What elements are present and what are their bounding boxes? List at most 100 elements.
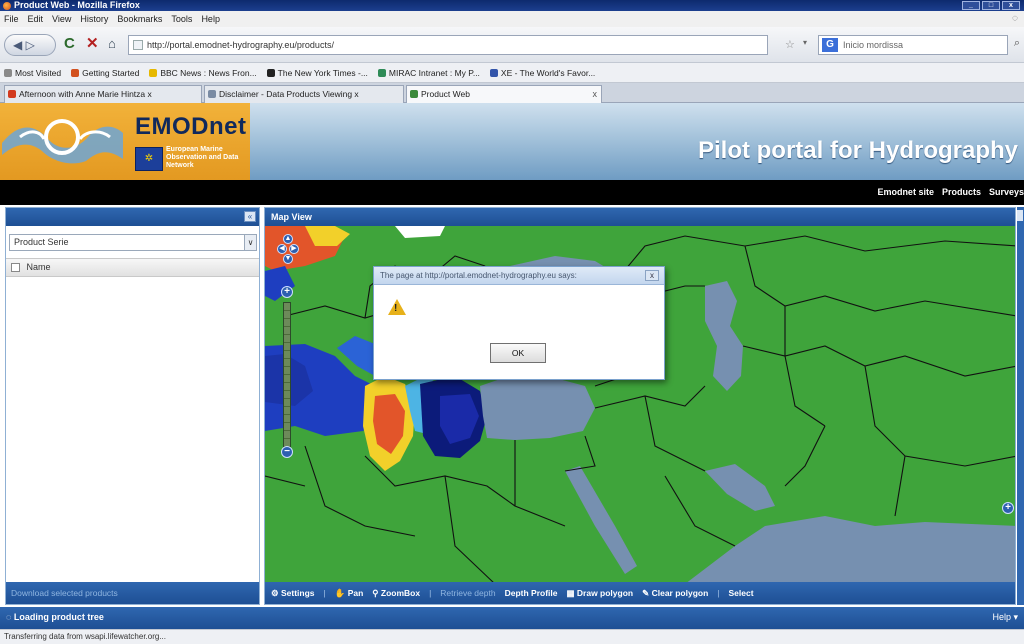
- window-title: Product Web - Mozilla Firefox: [14, 0, 140, 10]
- zoom-icon: ⚲: [372, 587, 381, 598]
- bookmark-star-icon[interactable]: ☆: [785, 38, 795, 51]
- pan-left-icon[interactable]: ◀: [277, 244, 287, 254]
- clear-polygon-button[interactable]: ✎ Clear polygon: [642, 588, 708, 599]
- product-serie-select[interactable]: Product Serie ∨: [9, 234, 257, 251]
- help-menu[interactable]: Help ▾: [992, 612, 1018, 623]
- map-view-title: Map View: [265, 208, 1015, 226]
- page-favicon-icon: [133, 40, 143, 50]
- search-box[interactable]: G Inicio mordissa: [818, 35, 1008, 55]
- tab-favicon-icon: [8, 90, 16, 98]
- select-button[interactable]: Select: [729, 588, 754, 598]
- download-products-button[interactable]: Download selected products: [6, 582, 259, 604]
- menu-edit[interactable]: Edit: [28, 14, 44, 24]
- throbber-icon: ◌: [1012, 13, 1018, 24]
- bookmark-icon: [266, 68, 275, 77]
- firefox-icon: [3, 2, 11, 10]
- site-nav-bar: Emodnet site Products Surveys: [0, 180, 1024, 205]
- product-serie-value: Product Serie: [14, 237, 69, 247]
- collapse-panel-button[interactable]: «: [244, 211, 256, 222]
- product-panel-header: «: [6, 208, 259, 226]
- depth-profile-button[interactable]: Depth Profile: [505, 588, 558, 598]
- tab-disclaimer[interactable]: Disclaimer - Data Products Viewing x: [204, 85, 404, 103]
- draw-polygon-button[interactable]: ▦ Draw polygon: [567, 588, 634, 599]
- pan-up-icon[interactable]: ▲: [283, 234, 293, 244]
- menu-history[interactable]: History: [80, 14, 108, 24]
- tab-strip: Afternoon with Anne Marie Hintza x Discl…: [0, 83, 1024, 103]
- menu-view[interactable]: View: [52, 14, 71, 24]
- toolbar-separator: |: [429, 588, 432, 598]
- pan-down-icon[interactable]: ▼: [283, 254, 293, 264]
- zoom-out-button[interactable]: −: [281, 446, 293, 458]
- menu-help[interactable]: Help: [201, 14, 220, 24]
- logo-subtitle: European Marine Observation and Data Net…: [166, 146, 239, 169]
- zoom-in-button[interactable]: +: [281, 286, 293, 298]
- tab-product-web[interactable]: Product Web x: [406, 85, 602, 103]
- bookmark-intranet[interactable]: MIRAC Intranet : My P...: [377, 68, 480, 78]
- arctic-ice: [395, 226, 445, 238]
- browser-status-text: Transferring data from wsapi.lifewatcher…: [0, 629, 1024, 644]
- menu-file[interactable]: File: [4, 14, 19, 24]
- tab-close-icon[interactable]: x: [593, 86, 598, 102]
- minimize-button[interactable]: _: [962, 1, 980, 10]
- nav-emodnet-site[interactable]: Emodnet site: [877, 187, 934, 197]
- bookmark-most-visited[interactable]: Most Visited: [4, 68, 61, 78]
- bookmark-nytimes[interactable]: The New York Times -...: [266, 68, 368, 78]
- arabian-sea: [685, 516, 1015, 584]
- dialog-title: The page at http://portal.emodnet-hydrog…: [374, 267, 664, 285]
- menubar: File Edit View History Bookmarks Tools H…: [0, 11, 1024, 27]
- url-dropdown-icon[interactable]: ▾: [803, 38, 807, 47]
- expand-layers-button[interactable]: +: [1002, 502, 1014, 514]
- alert-dialog: The page at http://portal.emodnet-hydrog…: [373, 266, 665, 380]
- search-icon[interactable]: ⌕: [1014, 37, 1020, 50]
- home-icon[interactable]: ⌂: [108, 36, 116, 52]
- nav-surveys[interactable]: Surveys: [989, 187, 1024, 197]
- settings-button[interactable]: ⚙ Settings: [271, 588, 315, 599]
- chevron-down-icon[interactable]: ∨: [244, 235, 256, 250]
- polygon-icon: ▦: [566, 587, 577, 598]
- bookmark-bbc-news[interactable]: BBC News : News Fron...: [149, 68, 257, 78]
- stop-icon[interactable]: ✕: [86, 36, 99, 52]
- bookmark-icon: [377, 68, 386, 77]
- pan-control: ▲ ◀ ▶ ▼: [277, 234, 299, 274]
- zoombox-button[interactable]: ⚲ ZoomBox: [372, 588, 420, 599]
- tab-afternoon[interactable]: Afternoon with Anne Marie Hintza x: [4, 85, 202, 103]
- tab-favicon-icon: [410, 90, 418, 98]
- warning-mark-icon: !: [394, 303, 398, 314]
- maximize-button[interactable]: □: [982, 1, 1000, 10]
- url-text: http://portal.emodnet-hydrography.eu/pro…: [147, 40, 334, 50]
- tab-favicon-icon: [208, 90, 216, 98]
- reload-icon[interactable]: C: [64, 36, 75, 52]
- pan-button[interactable]: ✋ Pan: [335, 588, 364, 599]
- dialog-close-button[interactable]: x: [645, 270, 659, 281]
- map-canvas[interactable]: ▲ ◀ ▶ ▼ + − + The page at http://portal.…: [265, 226, 1015, 584]
- product-panel: « Product Serie ∨ Name Download selected…: [5, 207, 260, 605]
- select-all-checkbox[interactable]: [11, 263, 20, 273]
- ok-button[interactable]: OK: [490, 343, 546, 363]
- bookmark-icon: [4, 68, 12, 77]
- site-banner: EMODnet ✲ European Marine Observation an…: [0, 103, 1024, 180]
- logo-text: EMODnet: [135, 113, 247, 140]
- bookmark-getting-started[interactable]: Getting Started: [71, 68, 139, 78]
- eraser-icon: ✎: [642, 587, 652, 598]
- back-forward-buttons[interactable]: ◀ ▷: [4, 34, 56, 56]
- nav-products[interactable]: Products: [942, 187, 981, 197]
- menu-bookmarks[interactable]: Bookmarks: [117, 14, 162, 24]
- search-placeholder: Inicio mordissa: [843, 40, 904, 50]
- toolbar-separator: |: [323, 588, 326, 598]
- google-search-icon[interactable]: G: [822, 38, 838, 52]
- menu-tools[interactable]: Tools: [171, 14, 192, 24]
- eu-flag-icon: ✲: [135, 147, 163, 171]
- bookmark-icon: [71, 68, 80, 77]
- retrieve-depth-button[interactable]: Retrieve depth: [440, 588, 495, 598]
- column-name-header[interactable]: Name: [27, 262, 51, 272]
- spinner-icon: ◌: [6, 612, 14, 622]
- zoom-slider[interactable]: [283, 302, 291, 452]
- loading-status: ◌ Loading product tree: [6, 612, 104, 622]
- right-panel-collapsed[interactable]: [1017, 207, 1024, 605]
- window-titlebar: Product Web - Mozilla Firefox _ □ x: [0, 0, 1024, 11]
- expand-panel-icon[interactable]: [1017, 210, 1023, 221]
- pan-right-icon[interactable]: ▶: [289, 244, 299, 254]
- url-bar[interactable]: http://portal.emodnet-hydrography.eu/pro…: [128, 35, 768, 55]
- bookmark-xe[interactable]: XE - The World's Favor...: [489, 68, 595, 78]
- close-window-button[interactable]: x: [1002, 1, 1020, 10]
